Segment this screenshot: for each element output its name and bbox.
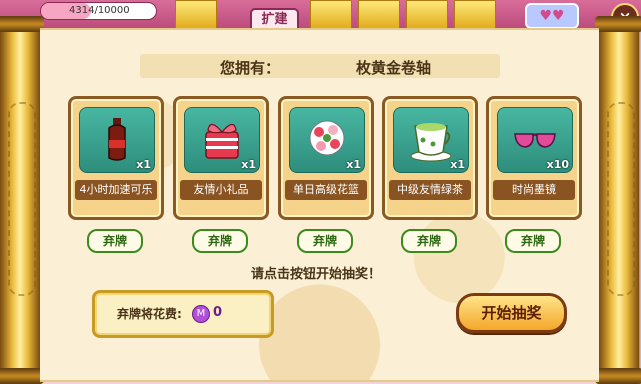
scroll-roller-left [0, 16, 44, 384]
hearts-icon[interactable]: ♥♥ [525, 3, 579, 29]
roller-cap [595, 16, 641, 32]
card-name: 单日高级花篮 [285, 180, 367, 200]
card-name: 中级友情绿茶 [389, 180, 471, 200]
top-bar: 4314/10000 扩建 ♥♥ × [0, 0, 641, 32]
roller-cap [0, 16, 44, 32]
discard-cost-label: 弃牌将花费: [117, 307, 182, 321]
experience-bar: 4314/10000 [40, 2, 157, 20]
discard-button[interactable]: 弃牌 [297, 229, 353, 253]
card-name: 时尚墨镜 [493, 180, 575, 200]
card-icon-slot: x1 [184, 107, 260, 173]
roller-cap [595, 368, 641, 384]
start-draw-button[interactable]: 开始抽奖 [456, 293, 567, 333]
card-quantity: x1 [241, 158, 256, 171]
card-quantity: x10 [546, 158, 569, 171]
sunglasses-icon [514, 133, 556, 148]
decor-pillar [175, 0, 217, 30]
card-icon-slot: x1 [79, 107, 155, 173]
currency-icon: M [192, 305, 210, 323]
dragon-ornament-icon [607, 102, 635, 296]
card-icon-slot: x10 [497, 107, 573, 173]
dragon-ornament-icon [8, 102, 36, 296]
gift-box-icon [205, 123, 239, 159]
card-quantity: x1 [346, 158, 361, 171]
prize-card[interactable]: x10 时尚墨镜 [486, 96, 582, 220]
discard-button[interactable]: 弃牌 [192, 229, 248, 253]
decor-pillar [406, 0, 448, 30]
prize-card[interactable]: x1 单日高级花篮 [278, 96, 374, 220]
flower-basket-icon [309, 120, 345, 156]
card-quantity: x1 [136, 158, 151, 171]
discard-button[interactable]: 弃牌 [401, 229, 457, 253]
discard-button[interactable]: 弃牌 [505, 229, 561, 253]
owned-bar [140, 54, 500, 78]
decor-pillar [310, 0, 352, 30]
prize-card[interactable]: x1 友情小礼品 [173, 96, 269, 220]
discard-cost-value: 0 [213, 305, 223, 320]
card-quantity: x1 [450, 158, 465, 171]
decor-pillar [358, 0, 400, 30]
green-tea-cup-icon [410, 123, 452, 162]
cola-bottle-icon [108, 118, 126, 161]
discard-cost-plate: 弃牌将花费: M 0 [92, 290, 274, 338]
roller-cap [0, 368, 44, 384]
scroll-roller-right [595, 16, 641, 384]
owned-value: 枚黄金卷轴 [356, 59, 432, 77]
card-icon-slot: x1 [289, 107, 365, 173]
owned-label: 您拥有： [220, 59, 281, 77]
prize-card[interactable]: x1 4小时加速可乐 [68, 96, 164, 220]
card-name: 友情小礼品 [180, 180, 262, 200]
discard-button[interactable]: 弃牌 [87, 229, 143, 253]
card-icon-slot: x1 [393, 107, 469, 173]
card-name: 4小时加速可乐 [75, 180, 157, 200]
prize-card[interactable]: x1 中级友情绿茶 [382, 96, 478, 220]
decor-pillar [454, 0, 496, 30]
hint-text: 请点击按钮开始抽奖！ [251, 267, 382, 282]
experience-text: 4314/10000 [69, 5, 130, 16]
